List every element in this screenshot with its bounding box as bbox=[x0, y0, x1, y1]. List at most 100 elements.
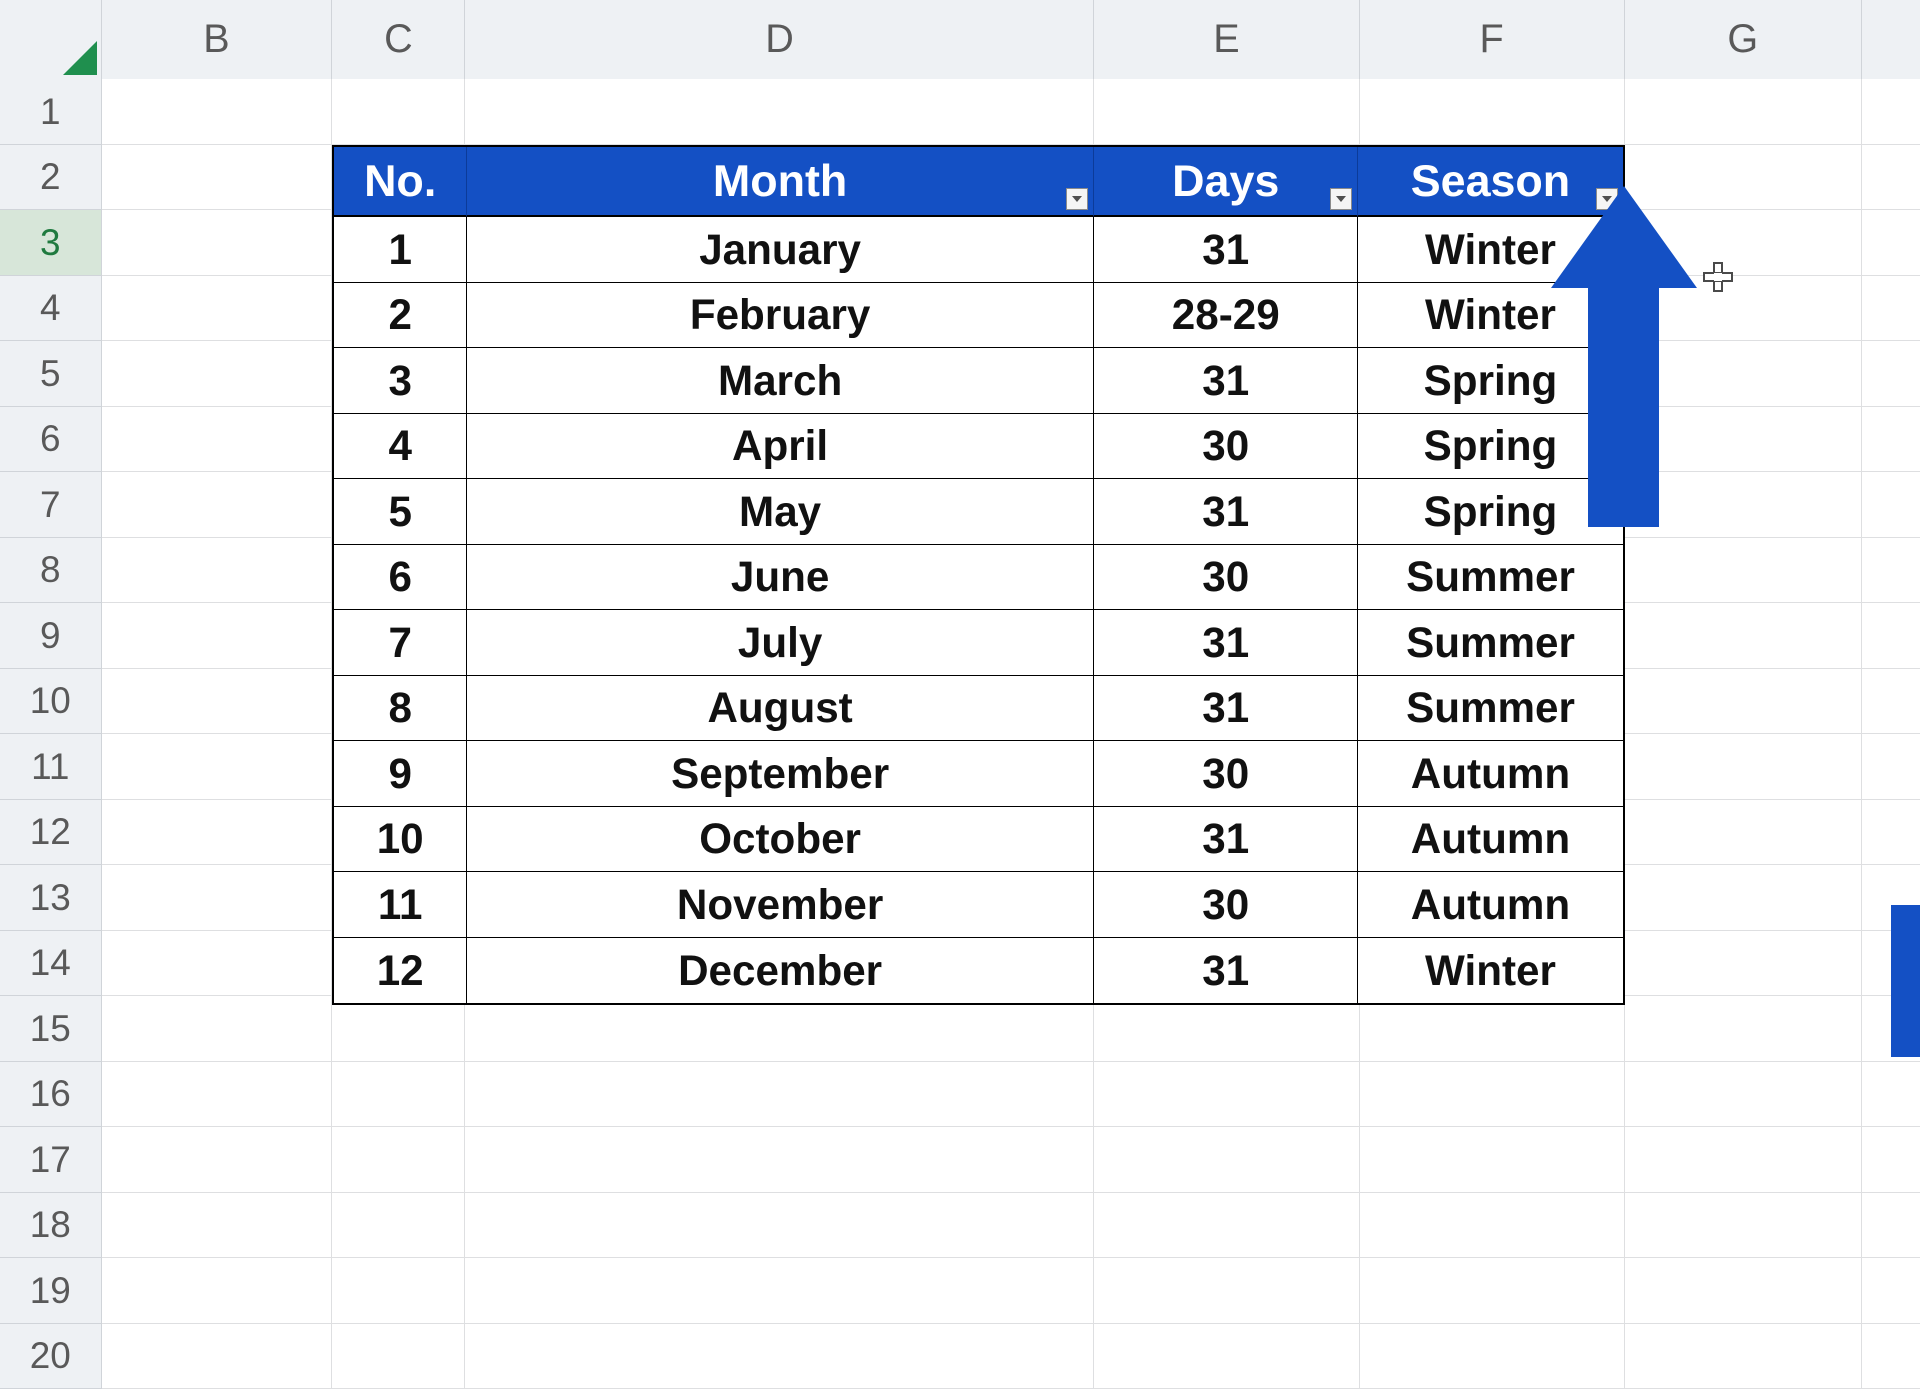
cell-B13[interactable] bbox=[102, 865, 333, 931]
cell-B18[interactable] bbox=[102, 1193, 333, 1259]
table-cell-month[interactable]: March bbox=[467, 348, 1094, 414]
cell-G1[interactable] bbox=[1625, 79, 1862, 145]
cell-G20[interactable] bbox=[1625, 1324, 1862, 1389]
cell-C18[interactable] bbox=[332, 1193, 465, 1259]
cell-D19[interactable] bbox=[465, 1258, 1094, 1324]
table-cell-month[interactable]: September bbox=[467, 741, 1094, 807]
cell-B4[interactable] bbox=[102, 276, 333, 342]
table-cell-season[interactable]: Summer bbox=[1358, 676, 1622, 742]
cell-G8[interactable] bbox=[1625, 538, 1862, 604]
table-cell-days[interactable]: 30 bbox=[1094, 741, 1358, 807]
table-cell-no[interactable]: 3 bbox=[334, 348, 467, 414]
table-cell-no[interactable]: 12 bbox=[334, 938, 467, 1004]
cell-G18[interactable] bbox=[1625, 1193, 1862, 1259]
row-header-8[interactable]: 8 bbox=[0, 538, 102, 604]
cell-H12[interactable] bbox=[1862, 800, 1920, 866]
table-cell-days[interactable]: 28-29 bbox=[1094, 283, 1358, 349]
table-cell-no[interactable]: 10 bbox=[334, 807, 467, 873]
cell-G3[interactable] bbox=[1625, 210, 1862, 276]
table-row[interactable]: 11November30Autumn bbox=[334, 872, 1622, 938]
column-header-B[interactable]: B bbox=[102, 0, 333, 79]
cell-B11[interactable] bbox=[102, 734, 333, 800]
row-header-2[interactable]: 2 bbox=[0, 145, 102, 211]
cell-E19[interactable] bbox=[1094, 1258, 1359, 1324]
cell-B19[interactable] bbox=[102, 1258, 333, 1324]
cell-B20[interactable] bbox=[102, 1324, 333, 1389]
cell-H16[interactable] bbox=[1862, 1062, 1920, 1128]
table-cell-days[interactable]: 31 bbox=[1094, 348, 1358, 414]
cell-H3[interactable] bbox=[1862, 210, 1920, 276]
cell-H8[interactable] bbox=[1862, 538, 1920, 604]
table-row[interactable]: 1January31Winter bbox=[334, 217, 1622, 283]
table-row[interactable]: 9September30Autumn bbox=[334, 741, 1622, 807]
row-header-19[interactable]: 19 bbox=[0, 1258, 102, 1324]
cell-H4[interactable] bbox=[1862, 276, 1920, 342]
cell-F18[interactable] bbox=[1360, 1193, 1625, 1259]
row-header-9[interactable]: 9 bbox=[0, 603, 102, 669]
cell-E20[interactable] bbox=[1094, 1324, 1359, 1389]
cell-B2[interactable] bbox=[102, 145, 333, 211]
column-header-F[interactable]: F bbox=[1360, 0, 1625, 79]
cell-C16[interactable] bbox=[332, 1062, 465, 1128]
row-header-15[interactable]: 15 bbox=[0, 996, 102, 1062]
table-row[interactable]: 8August31Summer bbox=[334, 676, 1622, 742]
cell-D17[interactable] bbox=[465, 1127, 1094, 1193]
table-row[interactable]: 2February28-29Winter bbox=[334, 283, 1622, 349]
cell-G6[interactable] bbox=[1625, 407, 1862, 473]
cell-G19[interactable] bbox=[1625, 1258, 1862, 1324]
table-cell-season[interactable]: Autumn bbox=[1358, 807, 1622, 873]
row-header-3[interactable]: 3 bbox=[0, 210, 102, 276]
cell-B3[interactable] bbox=[102, 210, 333, 276]
row-header-17[interactable]: 17 bbox=[0, 1127, 102, 1193]
table-cell-season[interactable]: Autumn bbox=[1358, 872, 1622, 938]
cell-B9[interactable] bbox=[102, 603, 333, 669]
column-header-H[interactable]: H bbox=[1862, 0, 1920, 79]
table-row[interactable]: 3March31Spring bbox=[334, 348, 1622, 414]
cell-G12[interactable] bbox=[1625, 800, 1862, 866]
table-row[interactable]: 5May31Spring bbox=[334, 479, 1622, 545]
table-cell-month[interactable]: July bbox=[467, 610, 1094, 676]
cell-E17[interactable] bbox=[1094, 1127, 1359, 1193]
cell-H7[interactable] bbox=[1862, 472, 1920, 538]
table-cell-season[interactable]: Winter bbox=[1358, 283, 1622, 349]
row-header-4[interactable]: 4 bbox=[0, 276, 102, 342]
column-header-D[interactable]: D bbox=[465, 0, 1094, 79]
table-cell-no[interactable]: 6 bbox=[334, 545, 467, 611]
cell-B10[interactable] bbox=[102, 669, 333, 735]
cell-G14[interactable] bbox=[1625, 931, 1862, 997]
table-cell-no[interactable]: 5 bbox=[334, 479, 467, 545]
table-cell-month[interactable]: April bbox=[467, 414, 1094, 480]
row-header-6[interactable]: 6 bbox=[0, 407, 102, 473]
table-cell-days[interactable]: 30 bbox=[1094, 872, 1358, 938]
table-row[interactable]: 6June30Summer bbox=[334, 545, 1622, 611]
table-cell-days[interactable]: 30 bbox=[1094, 545, 1358, 611]
table-cell-month[interactable]: January bbox=[467, 217, 1094, 283]
table-row[interactable]: 12December31Winter bbox=[334, 938, 1622, 1004]
cell-G16[interactable] bbox=[1625, 1062, 1862, 1128]
table-cell-month[interactable]: October bbox=[467, 807, 1094, 873]
cell-H6[interactable] bbox=[1862, 407, 1920, 473]
table-cell-no[interactable]: 9 bbox=[334, 741, 467, 807]
cell-B1[interactable] bbox=[102, 79, 333, 145]
table-header-cell[interactable]: Season bbox=[1358, 147, 1622, 218]
table-cell-season[interactable]: Winter bbox=[1358, 217, 1622, 283]
column-header-G[interactable]: G bbox=[1625, 0, 1862, 79]
table-cell-no[interactable]: 4 bbox=[334, 414, 467, 480]
filter-dropdown-icon[interactable] bbox=[1596, 188, 1618, 210]
table-cell-days[interactable]: 30 bbox=[1094, 414, 1358, 480]
cell-C20[interactable] bbox=[332, 1324, 465, 1389]
table-cell-days[interactable]: 31 bbox=[1094, 938, 1358, 1004]
cell-B8[interactable] bbox=[102, 538, 333, 604]
row-header-12[interactable]: 12 bbox=[0, 800, 102, 866]
cell-H10[interactable] bbox=[1862, 669, 1920, 735]
table-header-cell[interactable]: Days bbox=[1094, 147, 1358, 218]
cell-G10[interactable] bbox=[1625, 669, 1862, 735]
table-cell-days[interactable]: 31 bbox=[1094, 807, 1358, 873]
cell-D15[interactable] bbox=[465, 996, 1094, 1062]
table-cell-no[interactable]: 11 bbox=[334, 872, 467, 938]
cell-B17[interactable] bbox=[102, 1127, 333, 1193]
table-cell-month[interactable]: June bbox=[467, 545, 1094, 611]
row-header-13[interactable]: 13 bbox=[0, 865, 102, 931]
row-header-16[interactable]: 16 bbox=[0, 1062, 102, 1128]
cell-G9[interactable] bbox=[1625, 603, 1862, 669]
